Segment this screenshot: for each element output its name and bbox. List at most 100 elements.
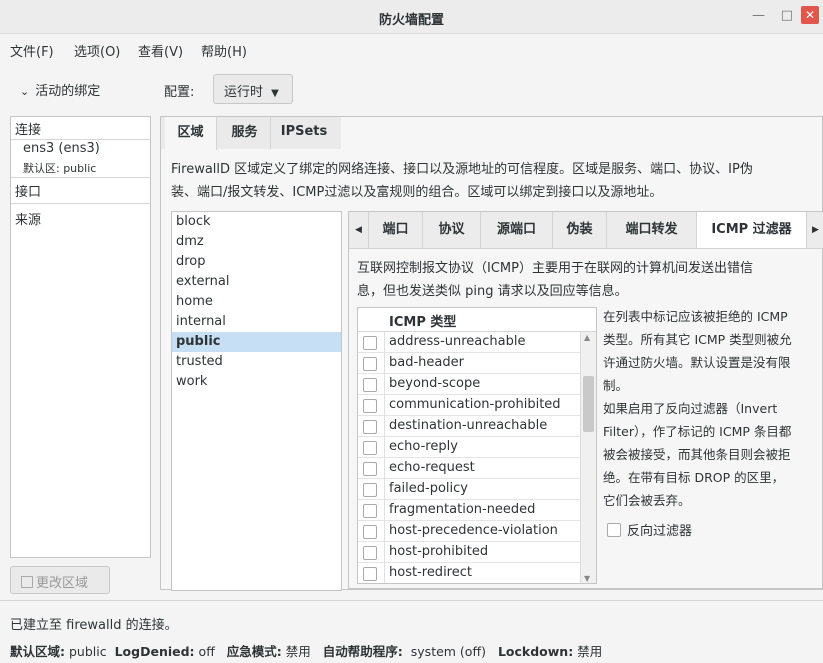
logdenied-value: off [198,644,215,659]
icmp-checkbox[interactable] [363,357,377,371]
icmp-type-name: host-redirect [389,565,472,580]
icmp-checkbox[interactable] [363,546,377,560]
icmp-checkbox[interactable] [363,441,377,455]
icmp-row[interactable]: host-precedence-violation [358,521,580,542]
menu-view[interactable]: 查看(V) [138,41,183,60]
subtab-icmp-filter[interactable]: ICMP 过滤器 [697,212,807,248]
zone-description-line: 装、端口/报文转发、ICMP过滤以及富规则的组合。区域可以绑定到接口以及源地址。 [171,185,663,200]
subtab-protocols[interactable]: 协议 [423,212,481,248]
zone-item-work[interactable]: work [172,372,341,392]
logdenied-label: LogDenied: [114,644,195,659]
icmp-list-scrollbar[interactable]: ▲ ▼ [580,332,596,583]
zone-item-block[interactable]: block [172,212,341,232]
icmp-row[interactable]: beyond-scope [358,374,580,395]
dropdown-arrow-icon: ▼ [271,88,279,99]
icmp-row[interactable]: fragmentation-needed [358,500,580,521]
menu-file[interactable]: 文件(F) [10,41,54,60]
scroll-left-icon[interactable]: ◀ [349,212,369,248]
status-bar: 已建立至 firewalld 的连接。 默认区域: public LogDeni… [0,600,823,663]
edit-icon [21,576,33,588]
zone-item-home[interactable]: home [172,292,341,312]
zone-description-line: FirewallD 区域定义了绑定的网络连接、接口以及源地址的可信程度。区域是服… [171,162,753,177]
change-zone-button[interactable]: 更改区域 [10,566,110,594]
icmp-type-name: address-unreachable [389,334,526,349]
helper-value: system (off) [410,644,486,659]
icmp-row[interactable]: communication-prohibited [358,395,580,416]
default-zone-label: 默认区域: [10,644,65,659]
icmp-type-name: echo-reply [389,439,458,454]
sources-header[interactable]: 来源 [11,209,150,228]
icmp-checkbox[interactable] [363,462,377,476]
icmp-checkbox[interactable] [363,399,377,413]
zone-list: block dmz drop external home internal pu… [171,211,342,591]
icmp-checkbox[interactable] [363,567,377,581]
help-line: 许通过防火墙。默认设置是没有限 [603,355,791,370]
scroll-up-icon[interactable]: ▲ [584,333,590,342]
helper-label: 自动帮助程序: [322,644,403,659]
icmp-description-line: 息，但也发送类似 ping 请求以及回应等信息。 [357,284,628,299]
icmp-type-name: beyond-scope [389,376,481,391]
window-title: 防火墙配置 [378,13,444,28]
invert-filter-checkbox[interactable]: 反向过滤器 [607,520,692,539]
minimize-button[interactable]: — [752,8,765,23]
icmp-type-name: destination-unreachable [389,418,548,433]
icmp-row[interactable]: echo-reply [358,437,580,458]
help-line: 类型。所有其它 ICMP 类型则被允 [603,332,792,347]
active-bindings-toggle[interactable]: ⌄ 活动的绑定 [20,80,100,99]
icmp-checkbox[interactable] [363,483,377,497]
connections-header[interactable]: 连接 [11,119,150,138]
status-details: 默认区域: public LogDenied: off 应急模式: 禁用 自动帮… [10,641,602,660]
icmp-checkbox[interactable] [363,336,377,350]
icmp-row[interactable]: destination-unreachable [358,416,580,437]
panic-mode-label: 应急模式: [226,644,282,659]
menu-help[interactable]: 帮助(H) [201,41,247,60]
zone-item-dmz[interactable]: dmz [172,232,341,252]
tab-ipsets[interactable]: IPSets [271,117,337,149]
subtab-masquerade[interactable]: 伪装 [553,212,607,248]
icmp-checkbox[interactable] [363,378,377,392]
scroll-down-icon[interactable]: ▼ [584,574,590,583]
scroll-right-icon[interactable]: ▶ [807,212,823,248]
icmp-row[interactable]: failed-policy [358,479,580,500]
config-dropdown[interactable]: 运行时 ▼ [213,74,293,104]
change-zone-label: 更改区域 [36,576,89,591]
subtab-ports[interactable]: 端口 [369,212,423,248]
icmp-row[interactable]: host-prohibited [358,542,580,563]
close-button[interactable]: ✕ [801,6,819,24]
maximize-button[interactable]: □ [781,8,793,23]
icmp-type-list: ICMP 类型 address-unreachable bad-header b… [357,307,597,584]
help-line: Filter），作了标记的 ICMP 条目都 [603,424,792,439]
help-line: 绝。在带有目标 DROP 的区里， [603,470,785,485]
interfaces-header[interactable]: 接口 [11,181,150,200]
connection-item[interactable]: ens3 (ens3) [11,141,150,156]
icmp-type-name: communication-prohibited [389,397,561,412]
subtab-source-ports[interactable]: 源端口 [481,212,553,248]
lockdown-label: Lockdown: [497,644,574,659]
default-zone-value: public [68,644,107,659]
menu-options[interactable]: 选项(O) [74,41,120,60]
subtab-port-forwarding[interactable]: 端口转发 [607,212,697,248]
tab-services[interactable]: 服务 [219,117,271,149]
chevron-down-icon: ⌄ [20,85,30,98]
zone-item-external[interactable]: external [172,272,341,292]
icmp-checkbox[interactable] [363,420,377,434]
icmp-checkbox[interactable] [363,525,377,539]
icmp-row[interactable]: host-redirect [358,563,580,583]
zone-item-trusted[interactable]: trusted [172,352,341,372]
icmp-checkbox[interactable] [363,504,377,518]
help-line: 在列表中标记应该被拒绝的 ICMP [603,309,788,324]
title-bar: 防火墙配置 — □ ✕ [0,0,823,34]
checkbox-icon[interactable] [607,523,621,537]
lockdown-value: 禁用 [577,644,603,659]
tab-zones[interactable]: 区域 [165,117,217,150]
zone-item-internal[interactable]: internal [172,312,341,332]
icmp-row[interactable]: address-unreachable [358,332,580,353]
icmp-description: 互联网控制报文协议（ICMP）主要用于在联网的计算机间发送出错信 息，但也发送类… [357,257,753,303]
icmp-row[interactable]: bad-header [358,353,580,374]
zone-item-drop[interactable]: drop [172,252,341,272]
icmp-list-header[interactable]: ICMP 类型 [358,308,596,332]
icmp-row[interactable]: echo-request [358,458,580,479]
connection-status: 已建立至 firewalld 的连接。 [10,618,178,633]
scrollbar-thumb[interactable] [583,376,594,432]
zone-item-public[interactable]: public [172,332,341,352]
